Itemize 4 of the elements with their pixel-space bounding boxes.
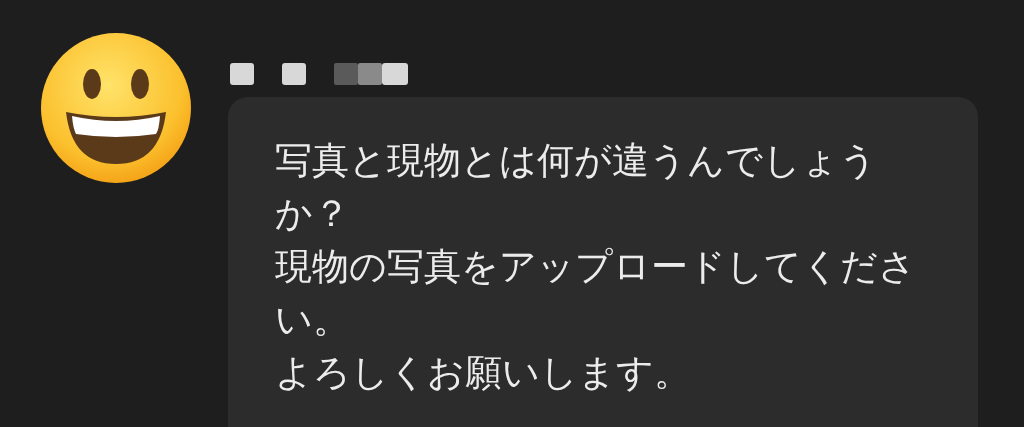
message-text: 写真と現物とは何が違うんでしょうか？ bbox=[275, 138, 878, 237]
smiley-avatar-icon bbox=[40, 32, 192, 184]
message-text: よろしくお願いします。 bbox=[275, 350, 692, 396]
message-text: 現物の写真をアップロードしてください。 bbox=[275, 244, 917, 343]
